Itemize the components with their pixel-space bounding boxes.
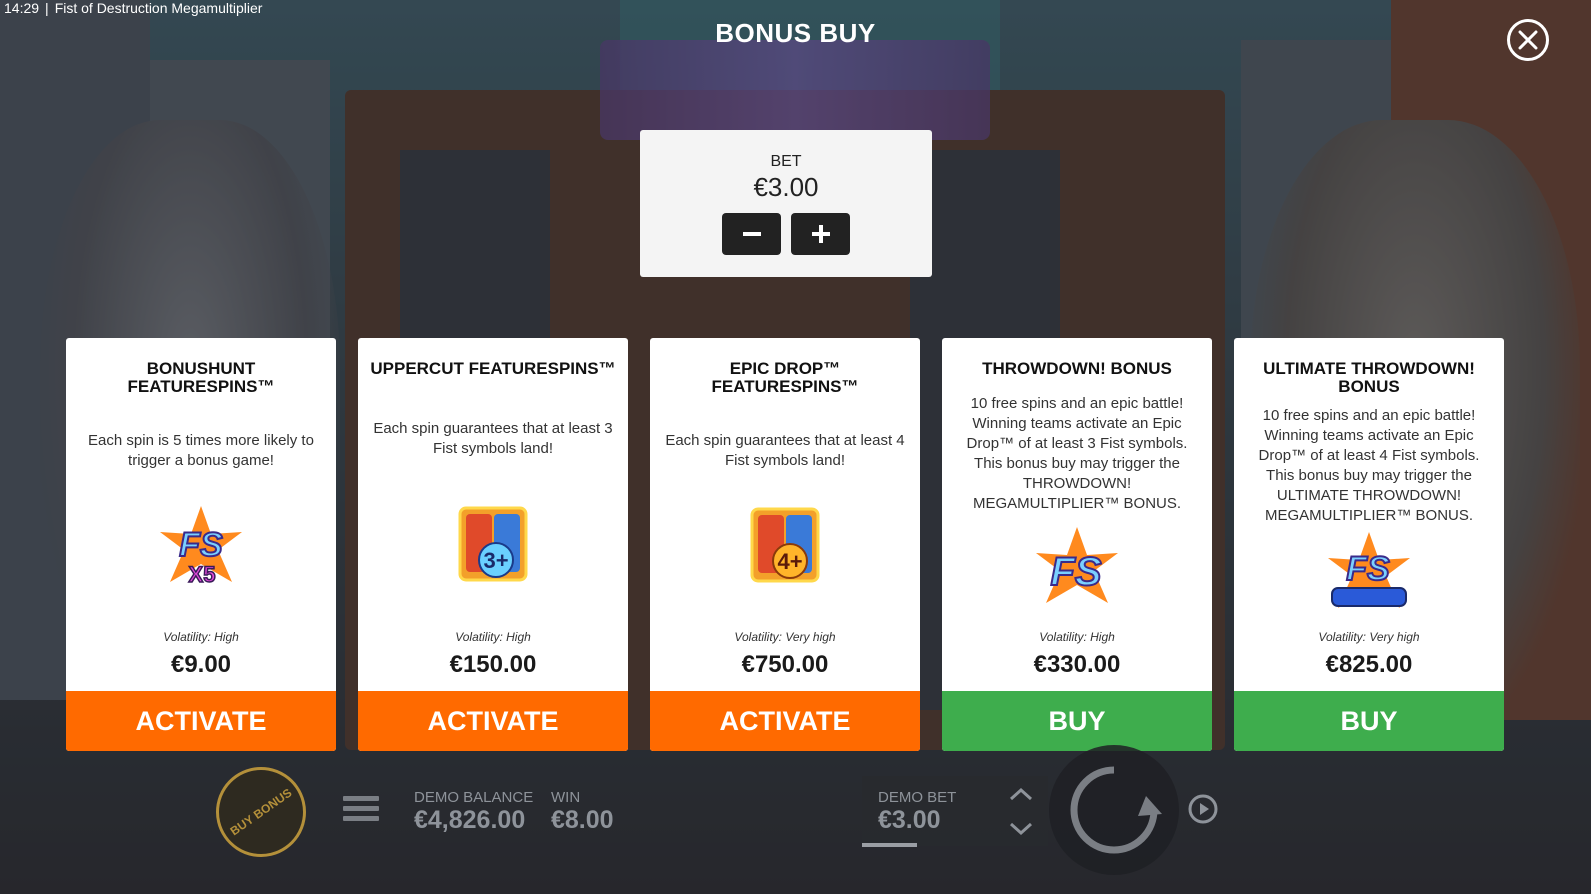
card-title: THROWDOWN! BONUS: [952, 360, 1202, 378]
card-title-line: BONUS: [1338, 377, 1400, 396]
game-title: Fist of Destruction Megamultiplier: [54, 0, 263, 16]
svg-text:FS: FS: [1050, 550, 1101, 594]
card-description: 10 free spins and an epic battle! Winnin…: [1258, 407, 1480, 524]
demo-bet-label: DEMO BET: [878, 789, 957, 806]
chevron-up-icon[interactable]: [1009, 787, 1033, 801]
status-line: 14:29 | Fist of Destruction Megamultiplier: [4, 0, 262, 16]
decrease-bet-button[interactable]: [722, 213, 781, 255]
card-title-line: ULTIMATE THROWDOWN!: [1263, 359, 1475, 378]
card-description: Each spin guarantees that at least 3 Fis…: [373, 420, 613, 457]
card-volatility: Volatility: High: [1039, 630, 1115, 644]
card-title-line: FEATURESPINS™: [711, 377, 859, 396]
svg-text:FS: FS: [179, 526, 223, 564]
fs-ultimate-icon: FS: [1324, 530, 1414, 620]
svg-text:X5: X5: [189, 562, 216, 587]
card-volatility: Volatility: Very high: [1318, 630, 1420, 644]
card-description: Each spin guarantees that at least 4 Fis…: [665, 432, 905, 469]
fs-icon: FS: [1032, 525, 1122, 615]
buy-button[interactable]: BUY: [1234, 691, 1504, 751]
autoplay-button[interactable]: [1183, 789, 1223, 829]
demo-balance-label: DEMO BALANCE: [414, 789, 534, 806]
fist-3-plus-icon: 3+: [448, 500, 538, 590]
plus-icon: [811, 225, 830, 243]
close-button[interactable]: [1507, 19, 1549, 61]
bonus-card-ultimate-throwdown: ULTIMATE THROWDOWN! BONUS 10 free spins …: [1234, 338, 1504, 751]
dialog-title: BONUS BUY: [715, 18, 876, 48]
card-title: ULTIMATE THROWDOWN! BONUS: [1244, 360, 1494, 396]
menu-icon-line: [343, 806, 379, 811]
autoplay-icon: [1188, 794, 1218, 824]
bonus-card-throwdown: THROWDOWN! BONUS 10 free spins and an ep…: [942, 338, 1212, 751]
bet-arrows: [994, 776, 1048, 846]
card-price: €150.00: [449, 651, 537, 678]
svg-text:4+: 4+: [777, 549, 802, 574]
activate-button[interactable]: ACTIVATE: [650, 691, 920, 751]
chevron-down-icon[interactable]: [1009, 822, 1033, 836]
menu-icon-line: [343, 816, 379, 821]
svg-text:FS: FS: [1346, 550, 1390, 588]
card-volatility: Volatility: High: [455, 630, 531, 644]
card-title-line: FEATURESPINS™: [127, 377, 275, 396]
minus-icon: [742, 232, 761, 236]
card-title-line: EPIC DROP™: [729, 359, 841, 378]
card-volatility: Volatility: High: [163, 630, 239, 644]
spin-button[interactable]: [1049, 745, 1179, 875]
demo-bet-underline: [862, 843, 917, 847]
win-label: WIN: [551, 789, 581, 806]
card-title-line: THROWDOWN! BONUS: [982, 359, 1172, 378]
bonus-card-uppercut: UPPERCUT FEATURESPINS™ Each spin guarant…: [358, 338, 628, 751]
card-price: €750.00: [741, 651, 829, 678]
separator: |: [45, 0, 49, 16]
card-price: €330.00: [1033, 651, 1121, 678]
card-title: EPIC DROP™ FEATURESPINS™: [660, 360, 910, 396]
buy-button[interactable]: BUY: [942, 691, 1212, 751]
activate-button[interactable]: ACTIVATE: [358, 691, 628, 751]
card-volatility: Volatility: Very high: [734, 630, 836, 644]
activate-button[interactable]: ACTIVATE: [66, 691, 336, 751]
bonus-card-bonushunt: BONUSHUNT FEATURESPINS™ Each spin is 5 t…: [66, 338, 336, 751]
menu-button[interactable]: [343, 796, 379, 826]
menu-icon-line: [343, 796, 379, 801]
card-description: 10 free spins and an epic battle! Winnin…: [966, 395, 1188, 512]
bet-value: €3.00: [753, 172, 819, 202]
demo-bet-value: €3.00: [878, 806, 941, 834]
spin-icon: [1070, 766, 1162, 854]
card-price: €9.00: [170, 651, 232, 678]
fist-4-plus-icon: 4+: [740, 501, 830, 591]
bet-panel: BET €3.00: [640, 130, 932, 277]
bet-label: BET: [770, 153, 802, 170]
increase-bet-button[interactable]: [791, 213, 850, 255]
card-description: Each spin is 5 times more likely to trig…: [88, 432, 314, 469]
card-title-line: UPPERCUT FEATURESPINS™: [370, 359, 616, 378]
close-icon: [1518, 30, 1538, 50]
card-title: UPPERCUT FEATURESPINS™: [368, 360, 618, 378]
win-value: €8.00: [551, 806, 614, 834]
demo-balance-value: €4,826.00: [414, 806, 526, 834]
bonus-card-epic-drop: EPIC DROP™ FEATURESPINS™ Each spin guara…: [650, 338, 920, 751]
svg-text:3+: 3+: [483, 548, 508, 573]
clock-time: 14:29: [4, 0, 40, 16]
card-title: BONUSHUNT FEATURESPINS™: [76, 360, 326, 396]
card-price: €825.00: [1325, 651, 1413, 678]
fs-x5-icon: FS X5: [156, 504, 246, 594]
card-title-line: BONUSHUNT: [146, 359, 256, 378]
